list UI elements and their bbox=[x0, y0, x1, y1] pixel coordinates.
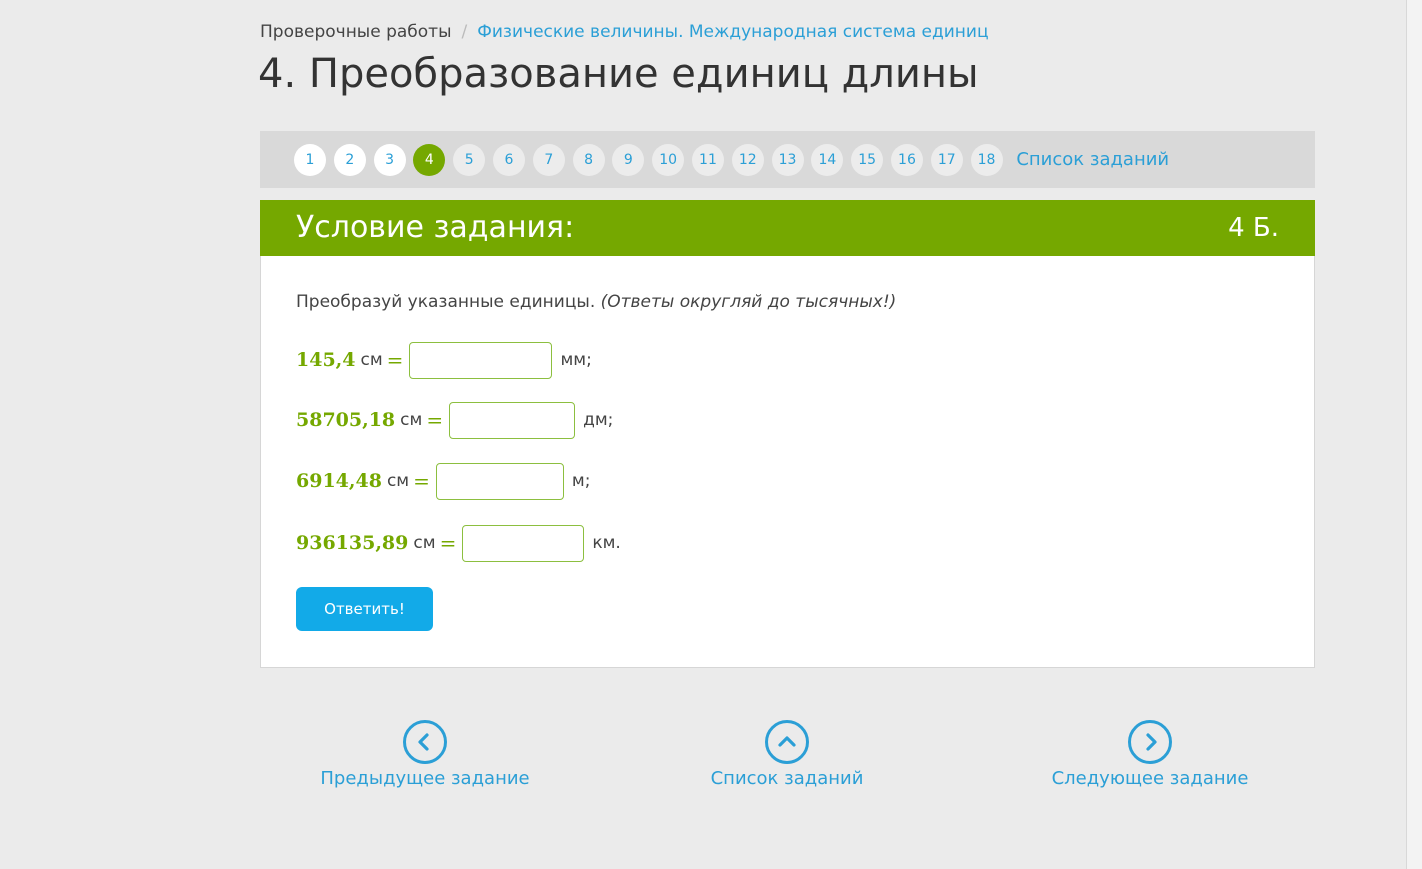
breadcrumb-root[interactable]: Проверочные работы bbox=[260, 22, 452, 42]
equals-sign: = bbox=[426, 408, 444, 432]
page-title: 4. Преобразование единиц длины bbox=[258, 51, 979, 97]
source-value: 936135,89 bbox=[296, 532, 409, 554]
source-value: 6914,48 bbox=[296, 470, 382, 492]
task-number-1[interactable]: 1 bbox=[294, 143, 326, 176]
task-body: Преобразуй указанные единицы. (Ответы ок… bbox=[260, 256, 1315, 668]
previous-task-link[interactable]: Предыдущее задание bbox=[295, 720, 555, 789]
target-unit: км. bbox=[592, 533, 621, 553]
previous-task-label[interactable]: Предыдущее задание bbox=[295, 768, 555, 789]
target-unit: м; bbox=[571, 471, 591, 491]
breadcrumb-separator: / bbox=[461, 22, 468, 42]
breadcrumb: Проверочные работы / Физические величины. … bbox=[260, 20, 989, 44]
task-header: Условие задания: 4 Б. bbox=[260, 200, 1315, 256]
task-number-6[interactable]: 6 bbox=[492, 143, 525, 176]
window-edge bbox=[1406, 0, 1422, 869]
next-task-label[interactable]: Следующее задание bbox=[1020, 768, 1280, 789]
task-number-11[interactable]: 11 bbox=[691, 143, 724, 176]
task-pager: 1 2 3 4 5 6 7 8 9 10 11 12 13 14 15 16 1… bbox=[260, 131, 1315, 188]
task-number-10[interactable]: 10 bbox=[652, 143, 685, 176]
task-number-8[interactable]: 8 bbox=[572, 143, 605, 176]
task-number-7[interactable]: 7 bbox=[532, 143, 565, 176]
equals-sign: = bbox=[439, 531, 457, 555]
target-unit: дм; bbox=[583, 410, 614, 430]
source-unit: см bbox=[360, 350, 383, 370]
next-task-link[interactable]: Следующее задание bbox=[1020, 720, 1280, 789]
target-unit: мм; bbox=[560, 350, 592, 370]
instruction-note: (Ответы округляй до тысячных!) bbox=[600, 292, 897, 312]
task-number-9[interactable]: 9 bbox=[612, 143, 645, 176]
instruction-text: Преобразуй указанные единицы. bbox=[296, 292, 596, 312]
answer-input-km[interactable] bbox=[462, 524, 585, 562]
chevron-left-icon[interactable] bbox=[403, 720, 447, 764]
task-list-bottom-link[interactable]: Список заданий bbox=[657, 720, 917, 789]
task-number-5[interactable]: 5 bbox=[453, 143, 486, 176]
chevron-up-icon[interactable] bbox=[765, 720, 809, 764]
answer-input-dm[interactable] bbox=[449, 401, 576, 439]
answer-button[interactable]: Ответить! bbox=[296, 587, 433, 631]
chevron-right-icon[interactable] bbox=[1128, 720, 1172, 764]
task-number-16[interactable]: 16 bbox=[890, 143, 923, 176]
task-number-18[interactable]: 18 bbox=[970, 143, 1003, 176]
task-number-3[interactable]: 3 bbox=[373, 143, 406, 176]
task-number-17[interactable]: 17 bbox=[930, 143, 963, 176]
task-points: 4 Б. bbox=[1228, 213, 1279, 243]
answer-input-m[interactable] bbox=[435, 462, 564, 500]
task-number-4[interactable]: 4 bbox=[413, 143, 446, 176]
task-instruction: Преобразуй указанные единицы. (Ответы ок… bbox=[296, 292, 896, 312]
task-number-15[interactable]: 15 bbox=[851, 143, 884, 176]
equals-sign: = bbox=[413, 469, 430, 493]
task-list-link[interactable]: Список заданий bbox=[1016, 149, 1169, 170]
conversion-row-3: 6914,48 см = м; bbox=[296, 462, 590, 500]
equals-sign: = bbox=[386, 348, 404, 372]
task-number-14[interactable]: 14 bbox=[811, 143, 844, 176]
source-unit: см bbox=[400, 410, 423, 430]
answer-input-mm[interactable] bbox=[409, 341, 553, 379]
conversion-row-1: 145,4 см = мм; bbox=[296, 341, 592, 379]
task-list-bottom-label[interactable]: Список заданий bbox=[657, 768, 917, 789]
conversion-row-2: 58705,18 см = дм; bbox=[296, 401, 613, 439]
source-unit: см bbox=[386, 471, 410, 491]
source-value: 145,4 bbox=[296, 349, 356, 371]
task-number-12[interactable]: 12 bbox=[731, 143, 764, 176]
source-unit: см bbox=[413, 533, 436, 553]
task-number-13[interactable]: 13 bbox=[771, 143, 804, 176]
source-value: 58705,18 bbox=[296, 409, 396, 431]
task-header-title: Условие задания: bbox=[296, 210, 575, 245]
conversion-row-4: 936135,89 см = км. bbox=[296, 524, 621, 562]
breadcrumb-current[interactable]: Физические величины. Международная систе… bbox=[477, 22, 988, 42]
task-number-2[interactable]: 2 bbox=[333, 143, 366, 176]
